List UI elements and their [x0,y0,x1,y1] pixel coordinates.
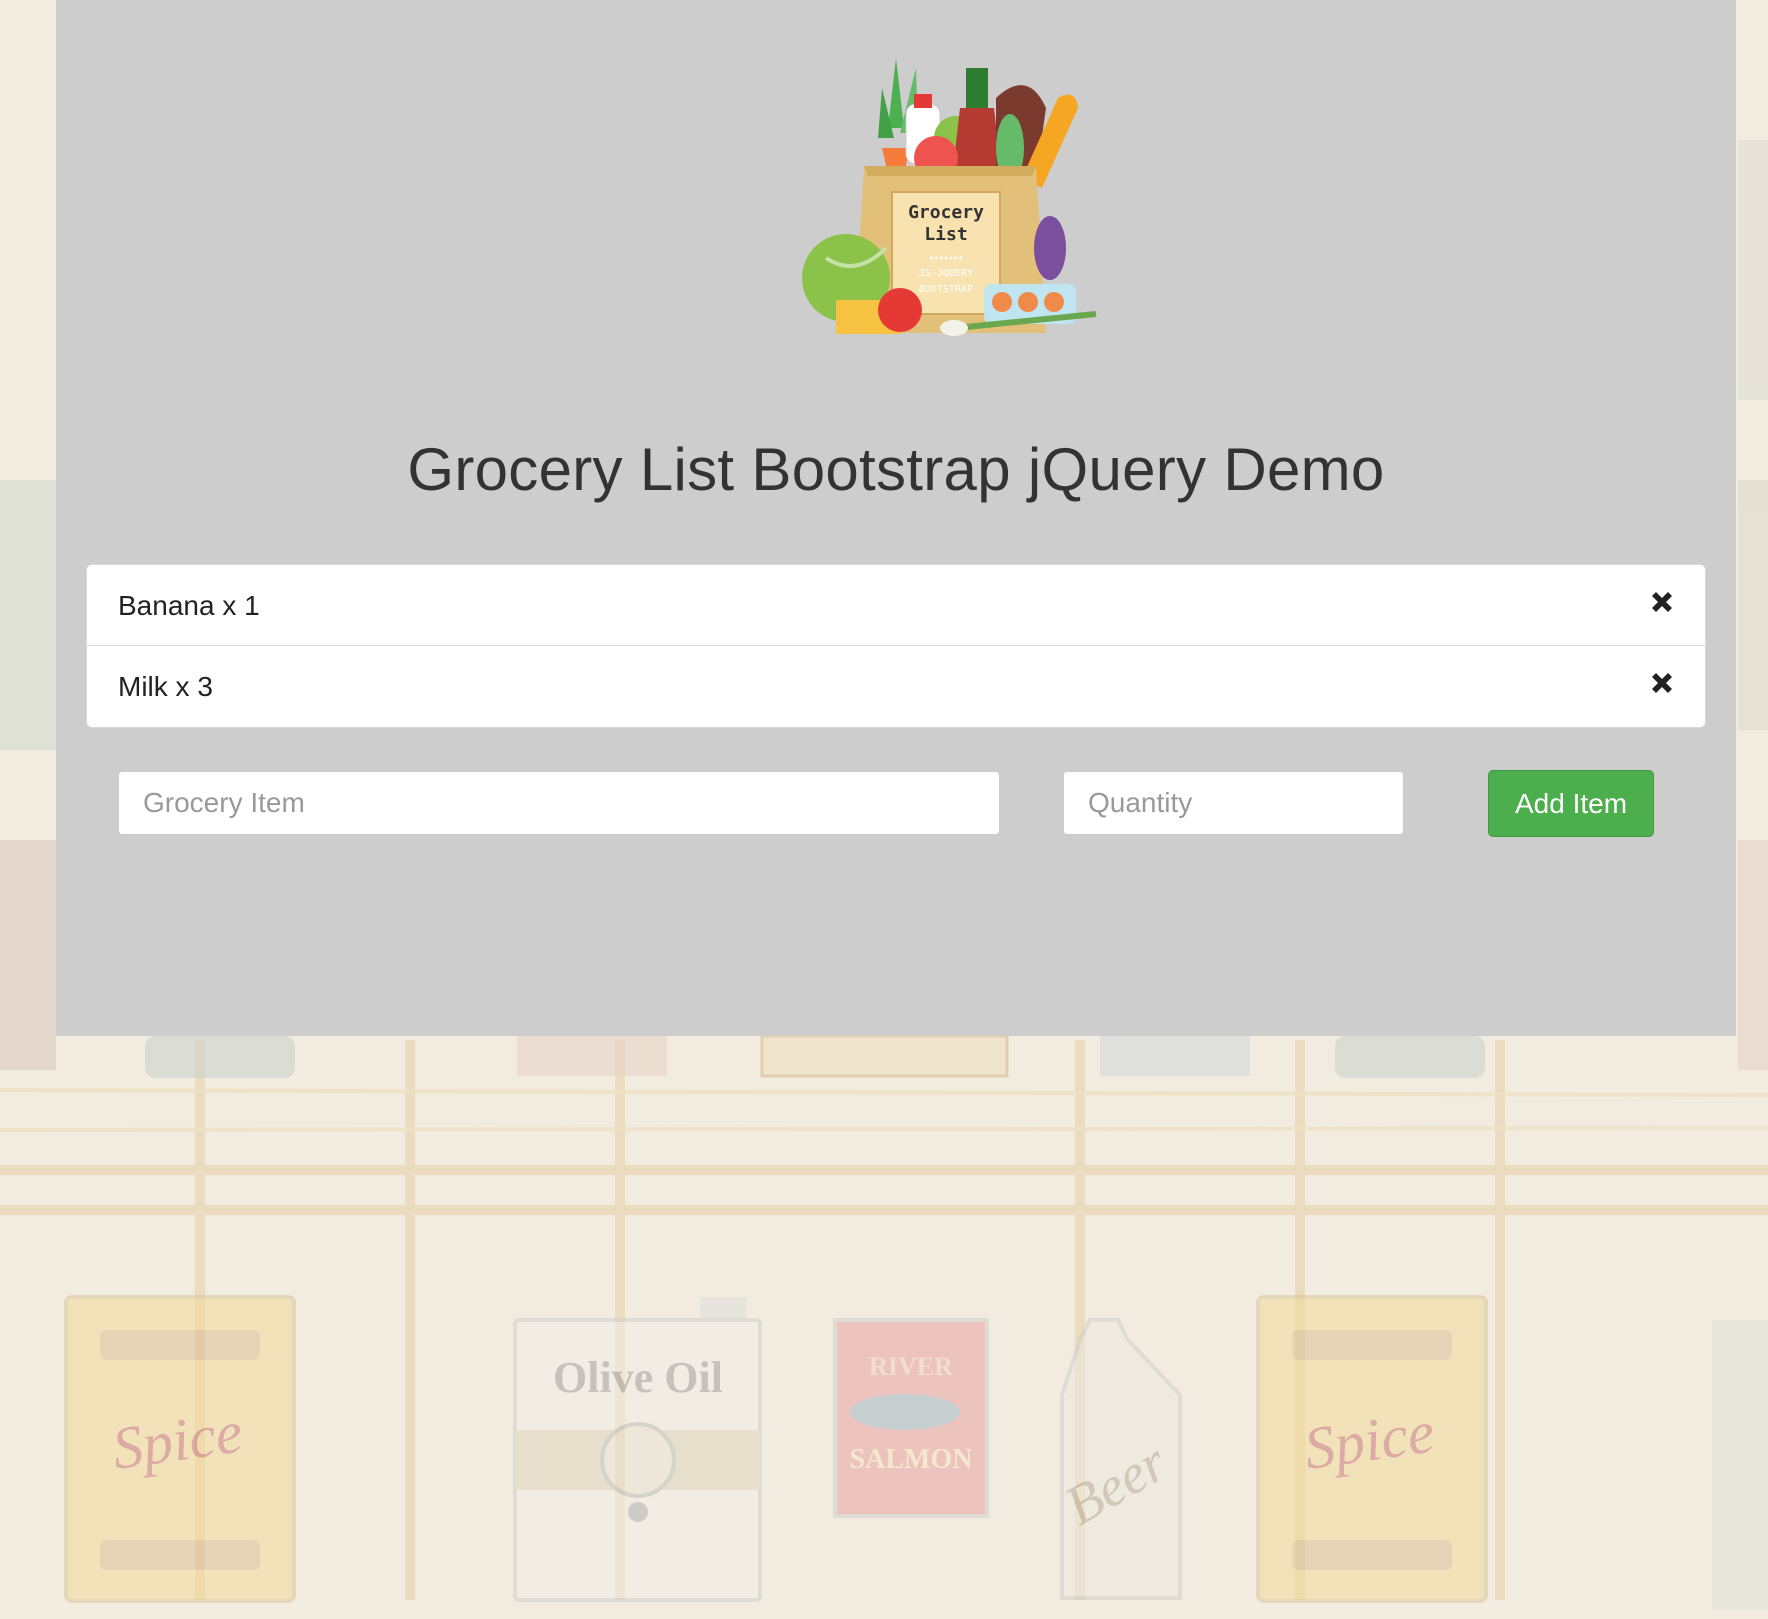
close-icon[interactable] [1647,587,1677,617]
quantity-input[interactable] [1063,771,1404,835]
list-item-text: Banana x 1 [118,590,260,621]
grocery-item-input[interactable] [118,771,1000,835]
grocery-list: Banana x 1 Milk x 3 [86,564,1706,728]
bg-can-label: RIVER [869,1352,953,1381]
add-item-button[interactable]: Add Item [1488,770,1654,837]
bg-can-label: Olive Oil [553,1353,723,1402]
list-item: Milk x 3 [87,646,1705,727]
close-icon[interactable] [1647,668,1677,698]
page-title: Grocery List Bootstrap jQuery Demo [407,436,1385,503]
grocery-bag-icon: Grocery List ★★★★★★★ JS-JQUERY BOOTSTRAP [802,58,1097,336]
logo-title-line1: Grocery [908,202,984,223]
list-item-text: Milk x 3 [118,671,213,702]
main-panel: Grocery List ★★★★★★★ JS-JQUERY BOOTSTRAP… [56,0,1736,1036]
bg-can-label: SALMON [850,1444,973,1475]
logo-stars: ★★★★★★★ [929,253,963,262]
logo-title-line2: List [924,224,967,245]
logo-subtitle-line1: JS-JQUERY [919,268,973,279]
list-item: Banana x 1 [87,565,1705,646]
logo-subtitle-line2: BOOTSTRAP [919,284,973,295]
